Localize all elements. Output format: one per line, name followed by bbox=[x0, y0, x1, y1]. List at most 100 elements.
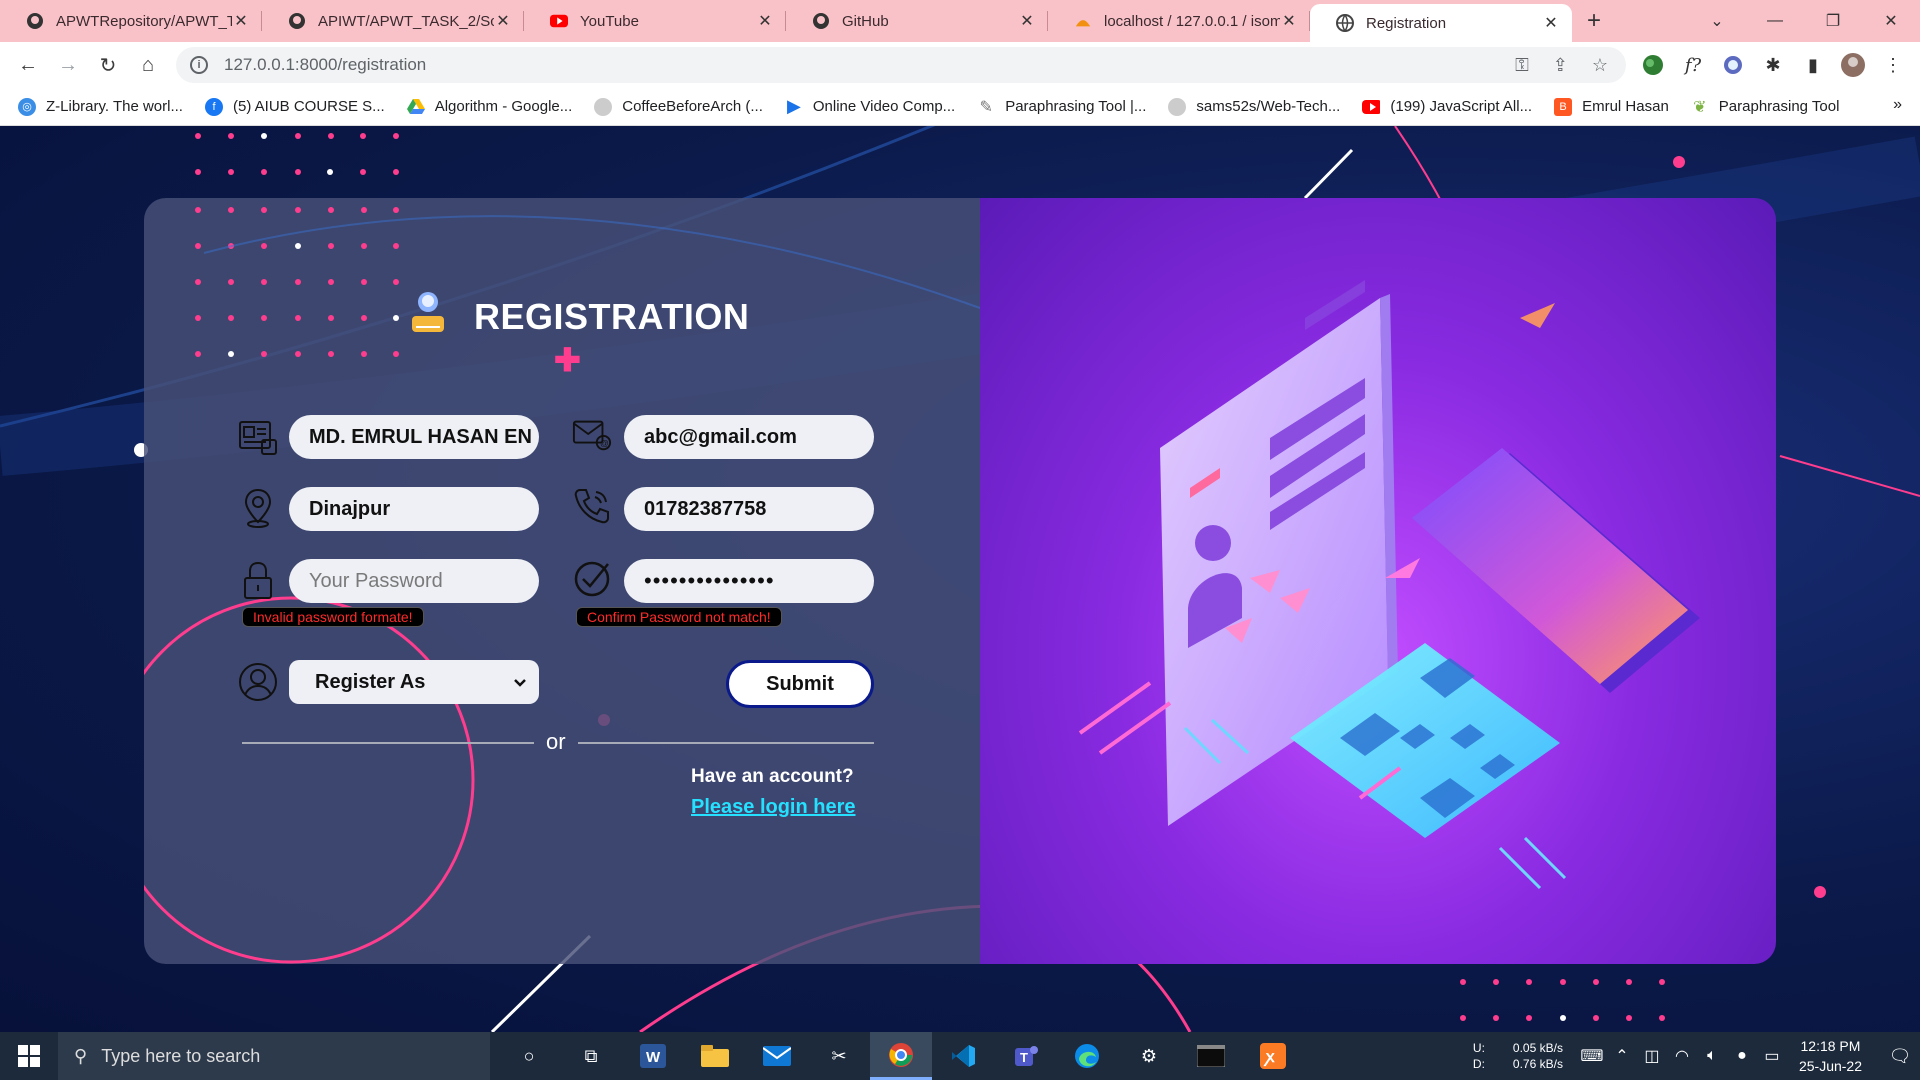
tab-registration[interactable]: Registration ✕ bbox=[1310, 4, 1572, 42]
name-input[interactable]: MD. EMRUL HASAN EN bbox=[289, 415, 539, 459]
word-icon[interactable]: W bbox=[622, 1032, 684, 1080]
tab-title: Registration bbox=[1366, 14, 1447, 32]
tab-youtube[interactable]: YouTube ✕ bbox=[524, 0, 786, 42]
xampp-icon[interactable]: ꭗ bbox=[1242, 1032, 1304, 1080]
close-icon[interactable]: ✕ bbox=[494, 11, 512, 31]
chrome-icon[interactable] bbox=[870, 1032, 932, 1080]
windows-start-icon[interactable] bbox=[0, 1032, 58, 1080]
taskbar-search-box[interactable]: ⚲ Type here to search bbox=[58, 1032, 490, 1080]
taskbar-clock[interactable]: 12:18 PM 25-Jun-22 bbox=[1799, 1036, 1862, 1076]
teams-tray-icon[interactable]: ● bbox=[1727, 1047, 1757, 1065]
bookmark-item[interactable]: ◎ Z-Library. The worl... bbox=[18, 97, 183, 116]
page-background: REGISTRATION ✚ MD. EMRUL HASAN EN @ abc@… bbox=[0, 126, 1920, 1032]
bookmark-item[interactable]: ❦ Paraphrasing Tool bbox=[1691, 98, 1839, 116]
zlibrary-icon: ◎ bbox=[18, 97, 36, 116]
bookmark-item[interactable]: ▶ Online Video Comp... bbox=[785, 96, 955, 116]
share-icon[interactable]: ⇪ bbox=[1553, 55, 1568, 76]
key-icon[interactable]: ⚿ bbox=[1515, 55, 1529, 76]
download-speed: 0.76 kB/s bbox=[1512, 1057, 1563, 1071]
globe-icon bbox=[1336, 14, 1354, 32]
battery-icon[interactable]: ▭ bbox=[1757, 1046, 1787, 1066]
bookmark-item[interactable]: sams52s/Web-Tech... bbox=[1168, 97, 1340, 116]
tab-github[interactable]: GitHub ✕ bbox=[786, 0, 1048, 42]
wifi-icon[interactable]: ◠ bbox=[1667, 1046, 1697, 1066]
download-label: D: bbox=[1472, 1057, 1485, 1071]
close-icon[interactable]: ✕ bbox=[756, 11, 774, 31]
phpmyadmin-icon bbox=[1074, 12, 1092, 30]
search-icon: ⚲ bbox=[74, 1045, 88, 1066]
star-icon[interactable]: ☆ bbox=[1592, 55, 1608, 76]
forward-icon[interactable]: → bbox=[48, 45, 88, 85]
settings-gear-icon[interactable]: ⚙ bbox=[1118, 1032, 1180, 1080]
tab-title: localhost / 127.0.0.1 / isom bbox=[1104, 12, 1280, 30]
bookmark-item[interactable]: ✎ Paraphrasing Tool |... bbox=[977, 98, 1146, 116]
bookmark-item[interactable]: (199) JavaScript All... bbox=[1362, 98, 1532, 116]
close-window-button[interactable]: ✕ bbox=[1862, 0, 1920, 42]
address-input[interactable]: Dinajpur bbox=[289, 487, 539, 531]
quillbot-icon: ❦ bbox=[1693, 98, 1707, 116]
close-icon[interactable]: ✕ bbox=[1018, 11, 1036, 31]
mail-icon[interactable] bbox=[746, 1032, 808, 1080]
menu-icon[interactable]: ⋮ bbox=[1880, 52, 1906, 78]
tab-search-icon[interactable]: ⌄ bbox=[1688, 0, 1746, 42]
illustration-panel bbox=[980, 198, 1776, 964]
notification-icon[interactable]: 🗨︎ bbox=[1880, 1046, 1920, 1067]
reload-icon[interactable]: ↻ bbox=[88, 45, 128, 85]
svg-text:T: T bbox=[1020, 1050, 1028, 1065]
site-info-icon[interactable]: i bbox=[190, 56, 208, 74]
bookmark-label: CoffeeBeforeArch (... bbox=[622, 98, 763, 115]
address-bar[interactable]: i 127.0.0.1:8000/registration ⚿ ⇪ ☆ bbox=[176, 47, 1626, 83]
snipping-tool-icon[interactable]: ✂ bbox=[808, 1032, 870, 1080]
svg-text:@: @ bbox=[600, 438, 609, 448]
function-icon[interactable]: f? bbox=[1680, 52, 1706, 78]
user-circle-icon bbox=[238, 662, 278, 702]
close-icon[interactable]: ✕ bbox=[1280, 11, 1298, 31]
file-explorer-icon[interactable] bbox=[684, 1032, 746, 1080]
email-input[interactable]: abc@gmail.com bbox=[624, 415, 874, 459]
terminal-icon[interactable] bbox=[1180, 1032, 1242, 1080]
phone-input[interactable]: 01782387758 bbox=[624, 487, 874, 531]
submit-button[interactable]: Submit bbox=[726, 660, 874, 708]
back-icon[interactable]: ← bbox=[8, 45, 48, 85]
login-link[interactable]: Please login here bbox=[691, 796, 856, 819]
profile-avatar[interactable] bbox=[1840, 52, 1866, 78]
register-as-select[interactable]: Register As bbox=[289, 660, 539, 704]
tab-phpmyadmin[interactable]: localhost / 127.0.0.1 / isom ✕ bbox=[1048, 0, 1310, 42]
password-input[interactable]: Your Password bbox=[289, 559, 539, 603]
edge-icon[interactable] bbox=[1056, 1032, 1118, 1080]
minimize-button[interactable]: — bbox=[1746, 0, 1804, 42]
tab-title: APIWT/APWT_TASK_2/Scre bbox=[318, 12, 494, 30]
bookmark-item[interactable]: f (5) AIUB COURSE S... bbox=[204, 97, 385, 116]
extension-globe-icon[interactable] bbox=[1640, 52, 1666, 78]
sidebar-icon[interactable]: ▮ bbox=[1800, 52, 1826, 78]
cortana-icon[interactable]: ○ bbox=[498, 1032, 560, 1080]
new-tab-button[interactable]: + bbox=[1572, 0, 1616, 42]
chevron-up-icon[interactable]: ⌃ bbox=[1607, 1046, 1637, 1066]
extension-circle-icon[interactable] bbox=[1720, 52, 1746, 78]
blogger-icon: B bbox=[1554, 97, 1573, 116]
bookmark-item[interactable]: Algorithm - Google... bbox=[406, 98, 572, 116]
confirm-password-input[interactable]: ••••••••••••••• bbox=[624, 559, 874, 603]
system-tray: U: 0.05 kB/s D: 0.76 kB/s ⌨ ⌃ ◫ ◠ 🔈︎ ● ▭ 1… bbox=[1473, 1032, 1920, 1080]
tab-apiwt-task[interactable]: APIWT/APWT_TASK_2/Scre ✕ bbox=[262, 0, 524, 42]
more-bookmarks-icon[interactable]: » bbox=[1893, 96, 1902, 114]
feather-icon: ✎ bbox=[979, 98, 993, 116]
bookmark-item[interactable]: B Emrul Hasan bbox=[1554, 97, 1669, 116]
vscode-icon[interactable] bbox=[932, 1032, 994, 1080]
github-icon bbox=[26, 12, 44, 30]
meet-now-icon[interactable]: ◫ bbox=[1637, 1046, 1667, 1066]
github-icon bbox=[1168, 97, 1187, 116]
register-as-selected: Register As bbox=[315, 670, 426, 693]
restore-button[interactable]: ❐ bbox=[1804, 0, 1862, 42]
teams-icon[interactable]: T bbox=[994, 1032, 1056, 1080]
puzzle-icon[interactable]: ✱ bbox=[1760, 52, 1786, 78]
tab-apwt-repository[interactable]: APWTRepository/APWT_TA ✕ bbox=[0, 0, 262, 42]
task-view-icon[interactable]: ⧉ bbox=[560, 1032, 622, 1080]
registration-illustration bbox=[1078, 280, 1700, 890]
close-icon[interactable]: ✕ bbox=[1542, 13, 1560, 33]
home-icon[interactable]: ⌂ bbox=[128, 45, 168, 85]
keyboard-icon[interactable]: ⌨ bbox=[1577, 1046, 1607, 1066]
bookmark-item[interactable]: CoffeeBeforeArch (... bbox=[594, 97, 763, 116]
close-icon[interactable]: ✕ bbox=[232, 11, 250, 31]
volume-icon[interactable]: 🔈︎ bbox=[1697, 1047, 1727, 1065]
